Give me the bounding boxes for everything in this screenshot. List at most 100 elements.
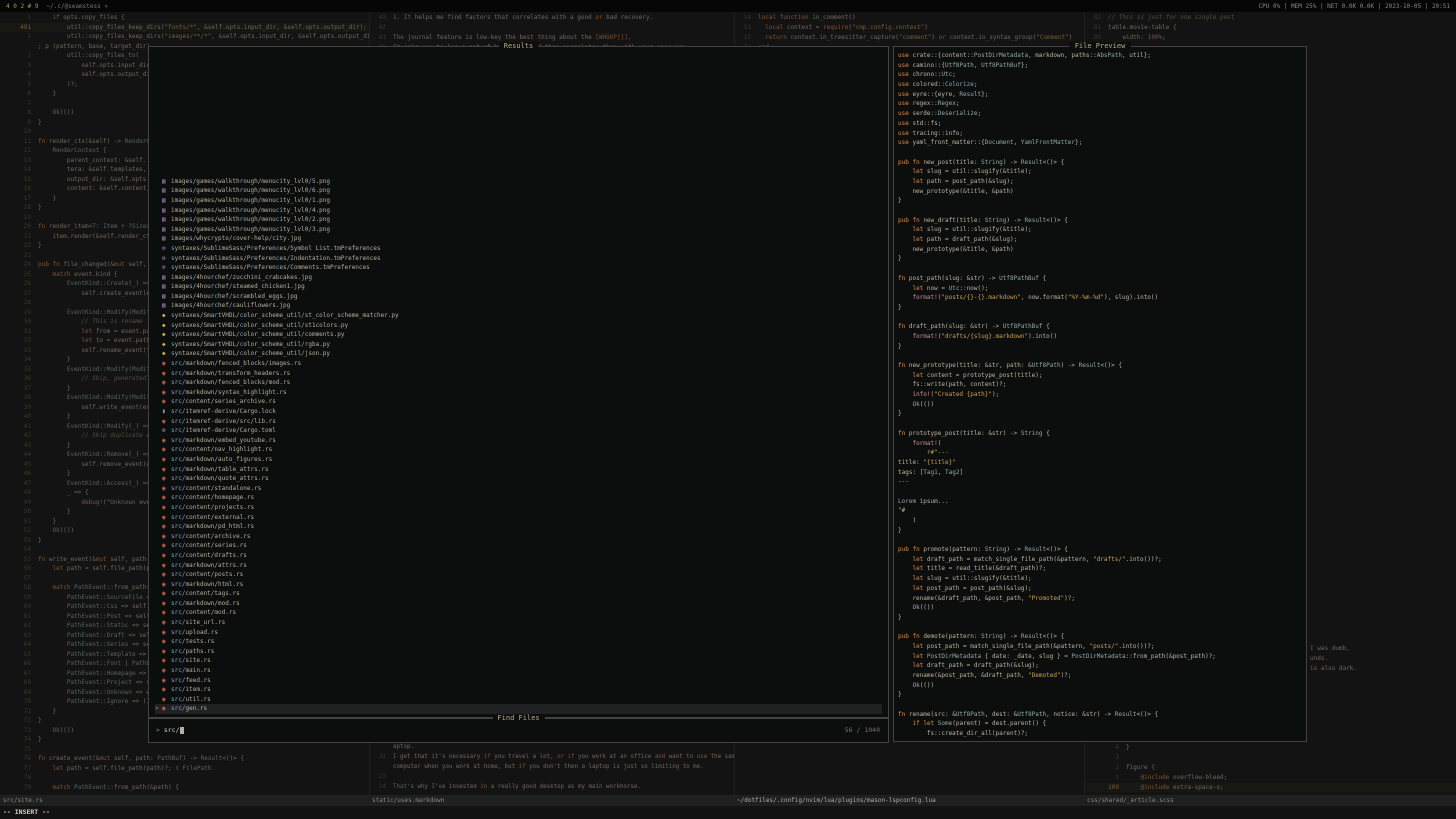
result-item[interactable]: ◉ src/item.rs xyxy=(155,685,882,695)
result-item[interactable]: > ◉ src/gen.rs xyxy=(155,704,882,714)
rs-file-icon: ◉ xyxy=(162,580,166,588)
result-item[interactable]: ◉ src/main.rs xyxy=(155,666,882,676)
result-item[interactable]: ⚙ syntaxes/SublimeSass/Preferences/Commen… xyxy=(155,263,882,273)
pane-scss-bottom[interactable]: 4} 3 2 figure {1 @include overflow-bleed; 20… xyxy=(1085,743,1456,795)
pane-markdown-bottom[interactable]: aptop. 22 I get that it's necessary if you… xyxy=(370,743,735,795)
result-item[interactable]: ◉ src/markdown/table_attrs.rs xyxy=(155,465,882,475)
result-item[interactable]: ◉ src/content/posts.rs xyxy=(155,570,882,580)
preview-code-line: info!("Created {path}"); xyxy=(912,391,1000,399)
preview-code-line: title: "{title}" xyxy=(898,458,956,466)
search-input[interactable]: > src/ xyxy=(156,719,881,741)
result-item[interactable]: ◉ src/upload.rs xyxy=(155,628,882,638)
selection-caret xyxy=(155,196,162,206)
result-item[interactable]: ◉ src/content/series.rs xyxy=(155,541,882,551)
result-item[interactable]: ◉ src/content/nav_highlight.rs xyxy=(155,445,882,455)
rs-file-icon: ◉ xyxy=(162,647,166,655)
selection-caret xyxy=(155,445,162,455)
preview-code-line xyxy=(898,351,1304,361)
result-item[interactable]: ◉ src/content/mod.rs xyxy=(155,608,882,618)
result-item[interactable]: ◉ src/markdown/attrs.rs xyxy=(155,561,882,571)
preview-code-line: } xyxy=(898,613,902,621)
result-item[interactable]: ◉ src/markdown/html.rs xyxy=(155,580,882,590)
result-item[interactable]: ▨ images/games/walkthrough/menucity_lvl0/… xyxy=(155,186,882,196)
result-item[interactable]: ▨ images/games/walkthrough/menucity_lvl0/… xyxy=(155,215,882,225)
result-item[interactable]: ◉ src/markdown/embed_youtube.rs xyxy=(155,436,882,446)
result-item[interactable]: ◆ syntaxes/SmartVHDL/color_scheme_util/st… xyxy=(155,311,882,321)
py-file-icon: ◆ xyxy=(162,340,166,348)
result-item[interactable]: ◆ syntaxes/SmartVHDL/color_scheme_util/rg… xyxy=(155,340,882,350)
result-item[interactable]: ◉ src/util.rs xyxy=(155,695,882,705)
result-item[interactable]: ◉ src/feed.rs xyxy=(155,676,882,686)
preview-code-line: let path = draft_path(&slug); xyxy=(912,236,1018,244)
selection-caret xyxy=(155,282,162,292)
preview-code-line xyxy=(898,487,1304,497)
pane-text-fragments: I was dumb, unds. is also dark. xyxy=(1310,644,1456,678)
rs-file-icon: ◉ xyxy=(162,360,166,368)
tmux-window-list[interactable]: 4 0 2 # 9 xyxy=(6,3,39,10)
result-path: src/markdown/table_attrs.rs xyxy=(171,465,269,473)
result-item[interactable]: ▨ images/4hourchef/zucchini_crabcakes.jpg xyxy=(155,273,882,283)
result-item[interactable]: ▨ images/games/walkthrough/menucity_lvl0/… xyxy=(155,177,882,187)
py-file-icon: ◆ xyxy=(162,331,166,339)
result-item[interactable]: ◉ src/markdown/fenced_blocks/images.rs xyxy=(155,359,882,369)
result-item[interactable]: ◉ src/content/tags.rs xyxy=(155,589,882,599)
result-path: images/games/walkthrough/menucity_lvl0/2… xyxy=(171,216,331,224)
img-file-icon: ▨ xyxy=(162,187,166,195)
selection-caret xyxy=(155,532,162,542)
results-list[interactable]: ▨ images/games/walkthrough/menucity_lvl0/… xyxy=(155,177,882,714)
preview-code-line: pub fn new_draft(title: String) -> Resul… xyxy=(898,216,1068,224)
code-line: 77 let path = self.file_path(path)?; τ F… xyxy=(23,764,212,772)
result-item[interactable]: ▨ images/4hourchef/scrambled_eggs.jpg xyxy=(155,292,882,302)
result-item[interactable]: ▨ images/games/walkthrough/menucity_lvl0/… xyxy=(155,206,882,216)
text-cursor xyxy=(179,726,184,734)
result-item[interactable]: ▮ src/itemref-derive/Cargo.lock xyxy=(155,407,882,417)
preview-code-line: --- xyxy=(898,478,909,486)
rs-file-icon: ◉ xyxy=(162,551,166,559)
result-item[interactable]: ▨ images/games/walkthrough/menucity_lvl0/… xyxy=(155,225,882,235)
img-file-icon: ▨ xyxy=(162,206,166,214)
result-item[interactable]: ◆ syntaxes/SmartVHDL/color_scheme_util/co… xyxy=(155,330,882,340)
result-item[interactable]: ⚙ syntaxes/SublimeSass/Preferences/Symbol… xyxy=(155,244,882,254)
statusline-file-1: src/site.rs xyxy=(3,797,43,804)
preview-code-line: tags: [Tag1, Tag2] xyxy=(898,468,964,476)
result-item[interactable]: ◉ src/markdown/auto_figures.rs xyxy=(155,455,882,465)
preview-code-line: format!("posts/{}-{}.markdown", now.form… xyxy=(912,294,1159,302)
result-item[interactable]: ◉ src/content/drafts.rs xyxy=(155,551,882,561)
rs-file-icon: ◉ xyxy=(162,705,166,713)
result-item[interactable]: ◉ src/itemref-derive/src/lib.rs xyxy=(155,417,882,427)
result-path: images/games/walkthrough/menucity_lvl0/5… xyxy=(171,177,331,185)
preview-code[interactable]: use crate::{content::PostDirMetadata, ma… xyxy=(898,51,1304,739)
result-item[interactable]: ◉ src/site.rs xyxy=(155,656,882,666)
preview-code-line: let content = prototype_post(title); xyxy=(912,371,1043,379)
result-item[interactable]: ◉ src/markdown/pd_html.rs xyxy=(155,522,882,532)
result-item[interactable]: ◉ src/content/projects.rs xyxy=(155,503,882,513)
code-line: computer when you work at home, but if y… xyxy=(393,763,704,770)
result-item[interactable]: ◉ src/markdown/transform_headers.rs xyxy=(155,369,882,379)
result-item[interactable]: ◉ src/markdown/mod.rs xyxy=(155,599,882,609)
result-item[interactable]: ◉ src/content/external.rs xyxy=(155,513,882,523)
result-item[interactable]: ◉ src/content/standalone.rs xyxy=(155,484,882,494)
result-item[interactable]: ▨ images/4hourchef/cauliflowers.jpg xyxy=(155,301,882,311)
result-item[interactable]: ◉ src/content/archive.rs xyxy=(155,532,882,542)
result-item[interactable]: ▨ images/whycrypto/cover-help/city.jpg xyxy=(155,234,882,244)
result-item[interactable]: ⚙ src/itemref-derive/Cargo.toml xyxy=(155,426,882,436)
result-path: images/4hourchef/cauliflowers.jpg xyxy=(171,302,291,310)
result-item[interactable]: ◉ src/markdown/fenced_blocks/mod.rs xyxy=(155,378,882,388)
selection-caret xyxy=(155,359,162,369)
result-item[interactable]: ⚙ syntaxes/SublimeSass/Preferences/Indent… xyxy=(155,254,882,264)
result-item[interactable]: ◉ src/content/series_archive.rs xyxy=(155,397,882,407)
result-item[interactable]: ▨ images/4hourchef/steamed_chicken1.jpg xyxy=(155,282,882,292)
result-item[interactable]: ◉ src/tests.rs xyxy=(155,637,882,647)
result-path: src/site.rs xyxy=(171,657,211,665)
result-item[interactable]: ◉ src/markdown/syntax_highlight.rs xyxy=(155,388,882,398)
result-item[interactable]: ◉ src/content/homepage.rs xyxy=(155,493,882,503)
result-item[interactable]: ◆ syntaxes/SmartVHDL/color_scheme_util/js… xyxy=(155,349,882,359)
result-item[interactable]: ◉ src/site_url.rs xyxy=(155,618,882,628)
preview-code-line: } xyxy=(898,303,902,311)
result-item[interactable]: ◆ syntaxes/SmartVHDL/color_scheme_util/st… xyxy=(155,321,882,331)
result-path: images/games/walkthrough/menucity_lvl0/1… xyxy=(171,196,331,204)
result-item[interactable]: ◉ src/markdown/quote_attrs.rs xyxy=(155,474,882,484)
result-item[interactable]: ▨ images/games/walkthrough/menucity_lvl0/… xyxy=(155,196,882,206)
result-item[interactable]: ◉ src/paths.rs xyxy=(155,647,882,657)
selection-caret xyxy=(155,541,162,551)
